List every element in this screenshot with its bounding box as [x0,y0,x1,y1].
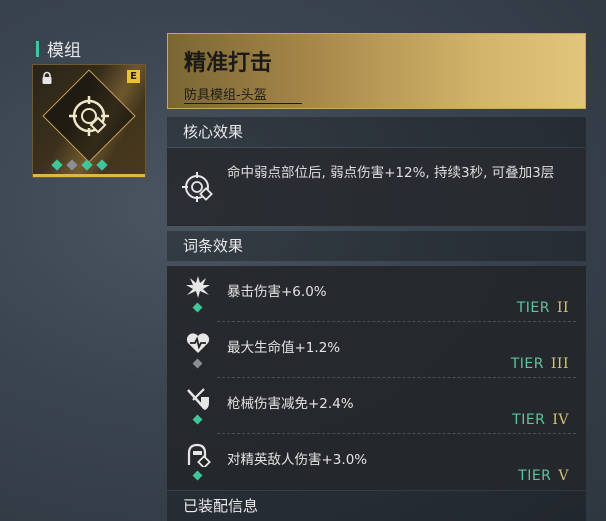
slot-gem [81,159,93,171]
affix-label: 暴击伤害+6.0% [227,284,327,300]
affix-header: 词条效果 [167,231,586,261]
slot-row [51,159,108,171]
affix-tier: TIER V [518,468,569,484]
tier-word: TIER [516,300,550,316]
module-name: 精准打击 [184,51,273,76]
gun-shield-icon [187,388,209,410]
affix-gem [192,414,203,425]
tier-numeral: V [558,468,569,484]
affix-gem [192,302,203,313]
section-label: 模组 [36,36,81,61]
heart-pulse-icon [186,333,210,353]
core-effect-text: 命中弱点部位后, 弱点伤害+12%, 持续3秒, 可叠加3层 [227,165,555,181]
tier-numeral: IV [552,412,569,428]
affix-label: 对精英敌人伤害+3.0% [227,452,368,468]
lock-icon[interactable] [40,71,54,85]
affix-tier: TIER IV [512,412,569,428]
tier-word: TIER [512,412,546,428]
section-accent-bar [36,40,39,57]
title-box: 精准打击 防具模组-头盔 [167,33,586,109]
affix-row[interactable]: 对精英敌人伤害+3.0% TIER V [167,434,586,490]
tier-numeral: II [556,300,569,316]
tier-word: TIER [518,468,552,484]
crosshair-target-icon [182,172,213,202]
slot-gem [66,159,78,171]
affix-gem [192,358,203,369]
affix-row[interactable]: 枪械伤害减免+2.4% TIER IV [167,378,586,434]
explosion-icon [186,276,210,298]
affix-row[interactable]: 最大生命值+1.2% TIER III [167,322,586,378]
module-type: 防具模组-头盔 [184,88,267,103]
slot-gem [51,159,63,171]
card-rarity-bar [33,174,145,177]
grade-badge: E [127,70,140,83]
tier-numeral: III [550,356,569,372]
slot-gem [96,159,108,171]
affix-gem [192,470,203,481]
affix-tier: TIER III [511,356,569,372]
elite-enemy-icon [187,443,211,467]
detail-panel: 精准打击 防具模组-头盔 核心效果 命中弱点部位后, 弱点伤害+12%, 持续3… [167,33,586,521]
affix-label: 最大生命值+1.2% [227,340,341,356]
affix-row[interactable]: 暴击伤害+6.0% TIER II [167,266,586,322]
tier-word: TIER [510,356,544,372]
core-effect-box: 命中弱点部位后, 弱点伤害+12%, 持续3秒, 可叠加3层 [167,148,586,226]
equip-info-header: 已装配信息 [167,491,586,521]
affix-tier: TIER II [517,300,569,316]
section-title: 模组 [47,41,81,61]
subtitle-underline [184,103,302,104]
crosshair-target-icon [69,96,109,136]
module-card[interactable]: E [32,64,146,178]
core-effect-header: 核心效果 [167,117,586,147]
affix-label: 枪械伤害减免+2.4% [227,396,354,412]
